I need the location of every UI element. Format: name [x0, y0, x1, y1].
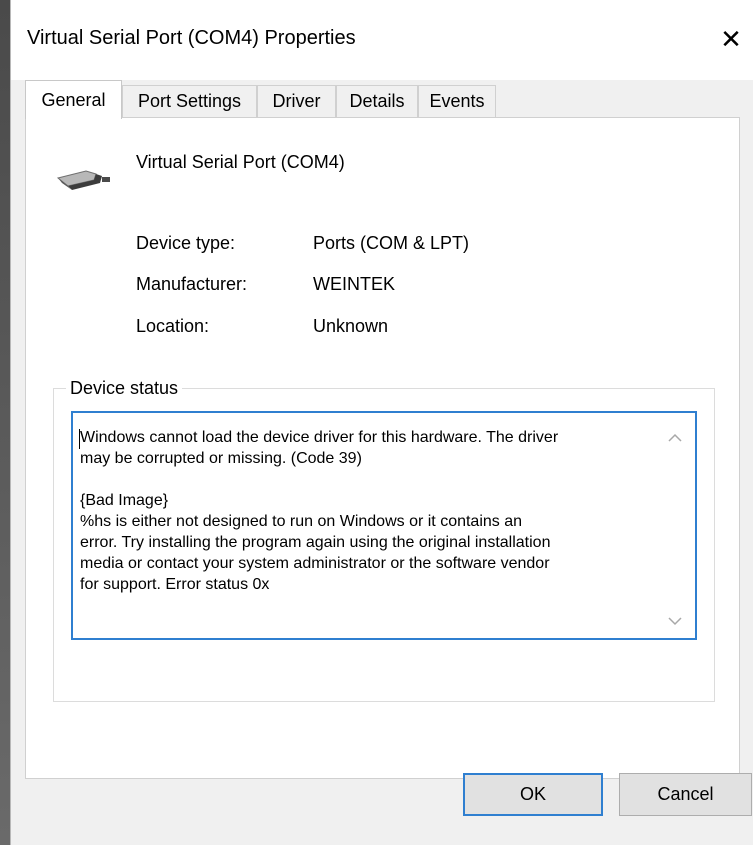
device-type-label: Device type:	[136, 233, 236, 253]
close-icon[interactable]: ✕	[708, 16, 753, 62]
tab-events[interactable]: Events	[418, 85, 496, 117]
properties-dialog: Virtual Serial Port (COM4) Properties ✕ …	[10, 0, 753, 845]
location-label: Location:	[136, 316, 210, 336]
tab-general[interactable]: General	[25, 80, 122, 119]
device-status-title: Device status	[66, 377, 183, 399]
window-title: Virtual Serial Port (COM4) Properties	[27, 27, 356, 49]
device-name: Virtual Serial Port (COM4)	[136, 152, 345, 172]
title-bar: Virtual Serial Port (COM4) Properties ✕	[11, 0, 753, 80]
ok-button[interactable]: OK	[463, 773, 603, 816]
device-status-textbox[interactable]: Windows cannot load the device driver fo…	[71, 411, 697, 640]
manufacturer-value: WEINTEK	[313, 274, 396, 294]
general-tab-panel: Virtual Serial Port (COM4) Device type: …	[25, 117, 740, 779]
manufacturer-label: Manufacturer:	[136, 274, 248, 294]
background-window-edge	[0, 0, 10, 845]
tab-port-settings[interactable]: Port Settings	[122, 85, 257, 117]
tab-details[interactable]: Details	[336, 85, 418, 117]
location-value: Unknown	[313, 316, 389, 336]
scroll-down-icon[interactable]	[667, 614, 683, 626]
cancel-button[interactable]: Cancel	[619, 773, 752, 816]
device-status-group: Device status Windows cannot load the de…	[53, 377, 715, 702]
scroll-up-icon[interactable]	[667, 431, 683, 443]
device-status-text: Windows cannot load the device driver fo…	[80, 429, 559, 593]
serial-port-icon	[56, 166, 114, 197]
device-type-value: Ports (COM & LPT)	[313, 233, 470, 253]
tab-driver[interactable]: Driver	[257, 85, 336, 117]
